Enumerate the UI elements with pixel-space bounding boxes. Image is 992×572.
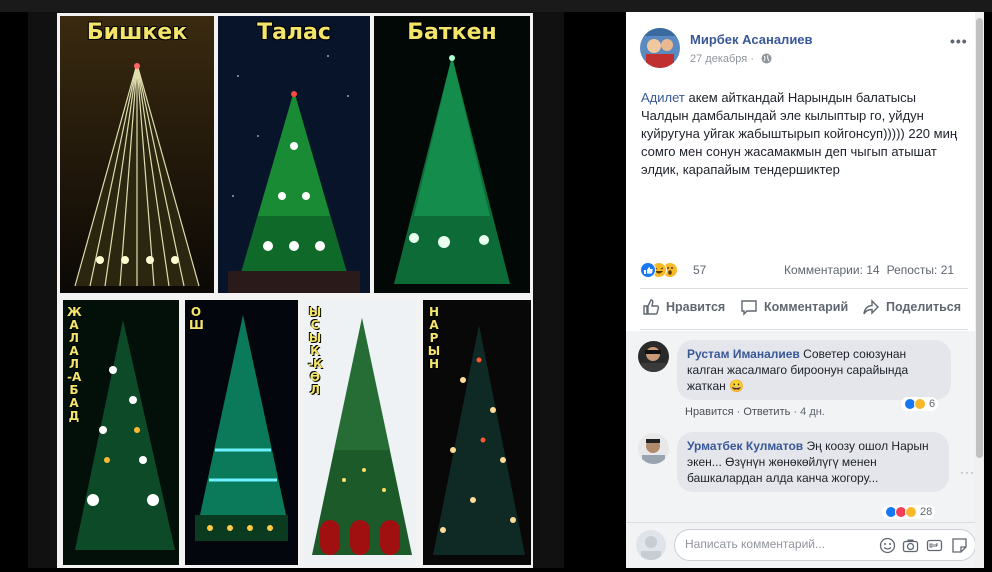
comment-author[interactable]: Урматбек Кулматов [687,439,803,453]
comment-input[interactable] [685,537,875,551]
comment-button-label: Комментарий [764,300,849,314]
comment-author[interactable]: Рустам Иманалиев [687,347,800,361]
comment-button[interactable]: Комментарий [740,298,848,316]
post-stats: Комментарии: 14 Репосты: 21 [784,263,961,277]
comment-reaction-count: 6 [929,398,936,410]
photo-panel-bishkek: Бишкек [60,16,214,293]
photo-panel-talas: Талас [218,16,370,293]
tree-talas-image [218,16,370,293]
photo-panel-osh: ОШ [185,300,298,565]
divider-top [640,288,968,289]
haha-reaction-icon [914,398,926,410]
side-panel-scroll-thumb[interactable] [976,18,983,458]
comment-time[interactable]: 4 дн. [800,406,825,418]
like-button[interactable]: Нравится [642,298,725,316]
gif-icon[interactable] [926,537,943,554]
reaction-count[interactable]: 57 [693,263,706,277]
tree-osh-image [185,300,298,565]
comment-reactions[interactable]: 28 [882,505,936,519]
comment-bubble: Урматбек Кулматов Эң коозу ошол Нарын эк… [677,432,949,492]
city-label-naryn: НАРЫН [427,305,441,371]
comment-reactions[interactable]: 6 [901,397,939,411]
city-label-batken: Баткен [407,20,497,45]
city-label-issyk-kul: ЫСЫК-КӨЛ [308,305,323,397]
haha-reaction-icon [905,506,917,518]
photo-panel-batken: Баткен [374,16,530,293]
author-name[interactable]: Мирбек Асаналиев [690,32,813,47]
sticker-icon[interactable] [951,537,968,554]
post-actions: Нравится Комментарий Поделиться [640,298,968,320]
comment-composer[interactable] [674,529,976,561]
comment-actions: Нравится · Ответить · 4 дн. [685,406,825,418]
divider-bottom [640,329,968,330]
city-label-osh: ОШ [189,305,204,332]
photo-panel-naryn: НАРЫН [423,300,531,565]
comment-options-icon[interactable]: ··· [960,465,975,479]
photo-panel-issyk-kul: ЫСЫК-КӨЛ [304,300,416,565]
comment-like-link[interactable]: Нравится [685,406,734,418]
post-body: акем айткандай Нарындын балатысы Чалдын … [641,90,958,177]
comment-icon [741,300,757,316]
post-date[interactable]: 27 декабря [690,53,747,65]
city-label-bishkek: Бишкек [86,20,188,45]
current-user-avatar [636,530,666,560]
comments-count[interactable]: Комментарии: 14 [784,263,880,277]
post-meta: 27 декабря · [690,53,772,67]
emoji-icon[interactable] [879,537,896,554]
post-text: Адилет акем айткандай Нарындын балатысы … [641,89,961,179]
background-top-bar [0,0,992,12]
comment-avatar[interactable] [638,341,669,372]
photo-collage[interactable]: Бишкек Талас Баткен ЖАЛАЛ-АБАД ОШ ЫСЫК-К… [57,13,533,568]
city-label-jalal-abad: ЖАЛАЛ-АБАД [67,305,82,423]
post-options-icon[interactable]: ••• [950,33,968,49]
post-mention[interactable]: Адилет [641,90,685,105]
share-button[interactable]: Поделиться [862,298,961,316]
comment-bubble: Рустам Иманалиев Советер союзунан калган… [677,340,951,400]
camera-icon[interactable] [902,537,919,554]
photo-panel-jalal-abad: ЖАЛАЛ-АБАД [63,300,179,565]
comment-reaction-count: 28 [920,506,933,518]
tree-bishkek-image [60,16,214,293]
shares-count[interactable]: Репосты: 21 [887,263,954,277]
share-button-label: Поделиться [886,300,962,314]
like-icon [643,299,660,315]
comment-avatar[interactable] [638,433,669,464]
like-button-label: Нравится [666,300,726,314]
tree-batken-image [374,16,530,293]
like-reaction-icon [640,262,656,278]
globe-icon [761,53,772,67]
comments-list[interactable]: Рустам Иманалиев Советер союзунан калган… [626,331,975,523]
city-label-talas: Талас [257,20,331,45]
share-icon [863,299,879,315]
author-avatar[interactable] [640,28,680,68]
comment-reply-link[interactable]: Ответить [743,406,790,418]
